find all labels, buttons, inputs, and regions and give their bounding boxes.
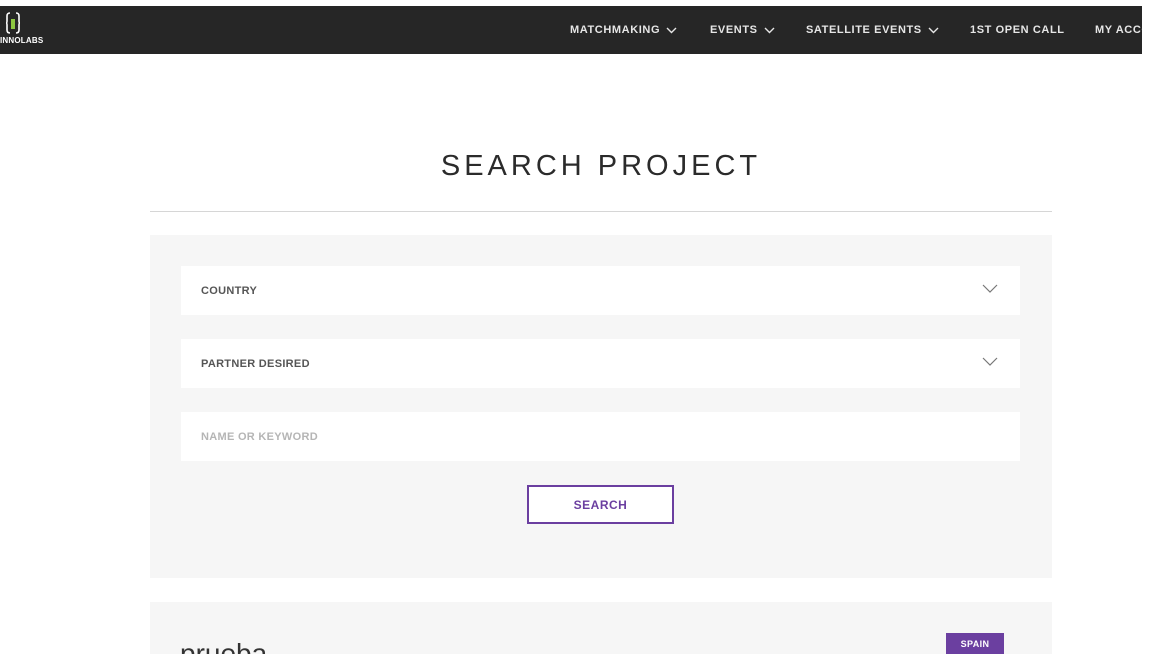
chevron-down-icon [982, 284, 998, 293]
page-title: SEARCH PROJECT [440, 150, 762, 182]
top-navigation-bar: INNOLABS MATCHMAKING EVENTS SATELLITE EV… [0, 6, 1142, 54]
nav-item-events[interactable]: EVENTS [710, 22, 775, 38]
nav-item-label: MATCHMAKING [570, 24, 661, 36]
chevron-down-icon [982, 357, 998, 366]
search-button[interactable]: SEARCH [527, 485, 674, 524]
country-select[interactable]: COUNTRY [181, 266, 1020, 315]
project-name[interactable]: prueba [180, 638, 267, 654]
chevron-down-icon [928, 27, 939, 33]
nav-item-matchmaking[interactable]: MATCHMAKING [570, 22, 677, 38]
title-divider [150, 211, 1052, 212]
chevron-down-icon [666, 27, 677, 33]
keyword-field[interactable] [181, 412, 1020, 461]
partner-desired-select[interactable]: PARTNER DESIRED [181, 339, 1020, 388]
nav-item-label: EVENTS [710, 24, 758, 36]
partner-desired-select-label: PARTNER DESIRED [201, 357, 310, 370]
innolabs-logo-icon [6, 12, 20, 34]
country-select-label: COUNTRY [201, 284, 258, 297]
nav-item-open-call[interactable]: 1ST OPEN CALL [970, 22, 1065, 38]
chevron-down-icon [764, 27, 775, 33]
nav-item-satellite-events[interactable]: SATELLITE EVENTS [806, 22, 939, 38]
nav-item-label: SATELLITE EVENTS [806, 24, 922, 36]
nav-item-label: MY ACCO [1095, 24, 1142, 36]
nav-item-label: 1ST OPEN CALL [970, 24, 1065, 36]
keyword-input[interactable] [201, 430, 1001, 443]
site-logo[interactable]: INNOLABS [0, 11, 60, 51]
project-result-card[interactable]: prueba SPAIN [150, 602, 1052, 654]
country-badge: SPAIN [946, 633, 1004, 654]
logo-text: INNOLABS [0, 36, 44, 45]
nav-item-my-account[interactable]: MY ACCO [1095, 22, 1142, 38]
search-form-panel: COUNTRY PARTNER DESIRED SEARCH [150, 235, 1052, 578]
